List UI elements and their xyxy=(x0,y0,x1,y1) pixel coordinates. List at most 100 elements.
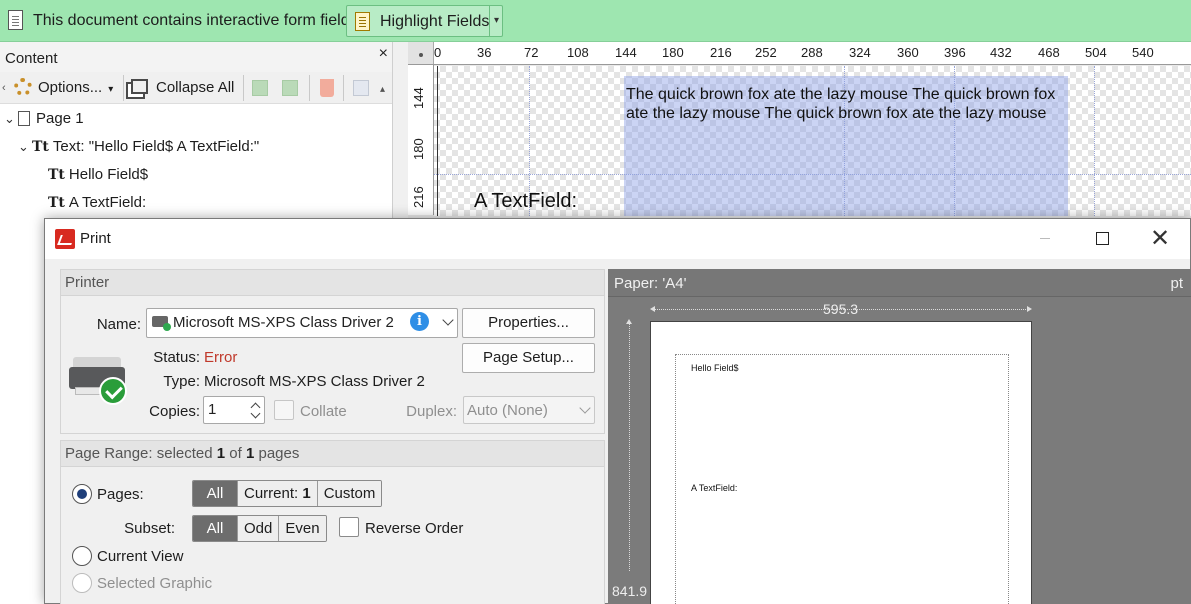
printer-group-header: Printer xyxy=(61,270,604,296)
selected-graphic-radio[interactable] xyxy=(72,573,92,593)
document-icon xyxy=(8,10,23,30)
form-fields-notice-bar: This document contains interactive form … xyxy=(0,0,1191,42)
options-label: Options... xyxy=(38,79,103,96)
text-object-icon: Tt xyxy=(48,167,65,183)
height-dimension xyxy=(626,319,632,571)
ruler-label: 252 xyxy=(755,45,777,60)
collate-label: Collate xyxy=(300,403,347,420)
minimize-button[interactable] xyxy=(1016,219,1074,259)
tree-item-text[interactable]: Tt A TextField: xyxy=(48,192,146,214)
ruler-label: 396 xyxy=(944,45,966,60)
page-canvas[interactable]: The quick brown fox ate the lazy mouse T… xyxy=(434,66,1191,216)
text-object-icon: Tt xyxy=(48,195,65,211)
textfield-label: A TextField: xyxy=(474,190,578,212)
ruler-label: 288 xyxy=(801,45,823,60)
ruler-label: 108 xyxy=(567,45,589,60)
subset-all-option[interactable]: All xyxy=(193,516,237,541)
collapse-all-label: Collapse All xyxy=(156,79,235,96)
ruler-label: 72 xyxy=(524,45,539,60)
collapse-all-button[interactable]: Collapse All xyxy=(131,76,234,100)
tree-item-label: Page 1 xyxy=(36,110,84,127)
pages-custom-option[interactable]: Custom xyxy=(316,481,382,506)
pages-segmented-control: All Current: 1 Custom xyxy=(192,480,383,507)
dialog-title: Print xyxy=(80,230,111,247)
print-dialog: Print ✕ Printer Name: Microsoft MS-XPS C… xyxy=(44,218,1191,604)
subset-segmented-control: All Odd Even xyxy=(192,515,327,542)
decrement-icon[interactable] xyxy=(250,408,261,419)
pages-radio[interactable] xyxy=(72,484,92,504)
ruler-label: 468 xyxy=(1038,45,1060,60)
highlight-icon xyxy=(355,12,370,31)
delete-icon[interactable] xyxy=(320,79,334,97)
printer-icon xyxy=(152,316,171,331)
maximize-button[interactable] xyxy=(1073,219,1131,259)
chevron-down-icon xyxy=(442,314,454,326)
info-icon[interactable]: i xyxy=(410,312,429,331)
close-icon[interactable]: × xyxy=(379,45,388,63)
duplex-select[interactable]: Auto (None) xyxy=(463,396,595,424)
reverse-order-checkbox[interactable] xyxy=(339,517,359,537)
unit-label[interactable]: pt xyxy=(1170,275,1183,292)
pdf-app-icon xyxy=(55,229,75,249)
ruler-label: 540 xyxy=(1132,45,1154,60)
subset-even-option[interactable]: Even xyxy=(278,516,326,541)
subset-label: Subset: xyxy=(124,520,175,537)
move-up-icon[interactable] xyxy=(252,80,268,96)
properties-button[interactable]: Properties... xyxy=(462,308,595,338)
copies-value: 1 xyxy=(208,401,217,418)
print-dialog-titlebar: Print ✕ xyxy=(45,219,1190,259)
tree-item-label: Text: "Hello Field$ A TextField:" xyxy=(52,138,260,155)
preview-header: Paper: 'A4' pt xyxy=(608,269,1191,297)
tree-item-text[interactable]: Tt Hello Field$ xyxy=(48,164,148,186)
status-value: Error xyxy=(204,349,238,366)
reverse-order-label: Reverse Order xyxy=(365,520,464,537)
ruler-label: 504 xyxy=(1085,45,1107,60)
ruler-label: 36 xyxy=(477,45,492,60)
copies-stepper[interactable]: 1 xyxy=(203,396,265,424)
pages-all-option[interactable]: All xyxy=(193,481,237,506)
paper-label: Paper: 'A4' xyxy=(614,275,687,292)
scroll-left-icon[interactable]: ‹ xyxy=(2,76,6,100)
page-icon xyxy=(18,111,30,126)
text-object-icon: Tt xyxy=(32,139,49,155)
properties-icon[interactable] xyxy=(353,80,369,96)
page-setup-button[interactable]: Page Setup... xyxy=(462,343,595,373)
form-field-text: The quick brown fox ate the lazy mouse T… xyxy=(626,86,1056,122)
close-button[interactable]: ✕ xyxy=(1131,219,1189,259)
ruler-label: 144 xyxy=(411,87,426,109)
print-preview: Paper: 'A4' pt 595.3 Hello Field$ A Text… xyxy=(608,269,1191,604)
subset-odd-option[interactable]: Odd xyxy=(237,516,279,541)
tree-item-page[interactable]: ⌄ Page 1 xyxy=(4,108,84,130)
move-down-icon[interactable] xyxy=(282,80,298,96)
type-value: Microsoft MS-XPS Class Driver 2 xyxy=(204,373,425,390)
content-toolbar: ‹ Options... ▾ Collapse All ▴ xyxy=(0,72,392,104)
content-panel-title: Content xyxy=(5,50,58,67)
paper-height: 841.9 xyxy=(612,583,648,599)
chevron-down-icon[interactable]: ⌄ xyxy=(4,108,18,130)
ruler-label: 144 xyxy=(615,45,637,60)
ruler-label: 360 xyxy=(897,45,919,60)
options-button[interactable]: Options... ▾ xyxy=(14,76,113,100)
highlight-fields-button[interactable]: Highlight Fields ▾ xyxy=(346,5,503,37)
current-view-label: Current View xyxy=(97,548,184,565)
vertical-ruler: 144 180 216 xyxy=(408,65,434,215)
collapse-icon xyxy=(131,79,148,94)
preview-text-line: Hello Field$ xyxy=(691,363,739,373)
scroll-up-icon[interactable]: ▴ xyxy=(380,78,385,102)
duplex-label: Duplex: xyxy=(406,403,457,420)
paper-width: 595.3 xyxy=(823,301,859,317)
collate-checkbox[interactable] xyxy=(274,400,294,420)
ruler-label: 180 xyxy=(662,45,684,60)
pages-current-option[interactable]: Current: 1 xyxy=(237,481,317,506)
ruler-corner[interactable] xyxy=(408,42,434,64)
ruler-label: 180 xyxy=(411,138,426,160)
tree-item-text-group[interactable]: ⌄ Tt Text: "Hello Field$ A TextField:" xyxy=(18,136,259,158)
highlight-fields-label: Highlight Fields xyxy=(380,13,490,30)
highlight-dropdown-arrow[interactable]: ▾ xyxy=(489,6,503,36)
type-label: Type: xyxy=(163,373,200,390)
current-view-radio[interactable] xyxy=(72,546,92,566)
printer-select[interactable]: Microsoft MS-XPS Class Driver 2 i xyxy=(146,308,458,338)
ruler-label: 216 xyxy=(710,45,732,60)
printer-name: Microsoft MS-XPS Class Driver 2 xyxy=(173,314,394,331)
chevron-down-icon[interactable]: ⌄ xyxy=(18,136,32,158)
